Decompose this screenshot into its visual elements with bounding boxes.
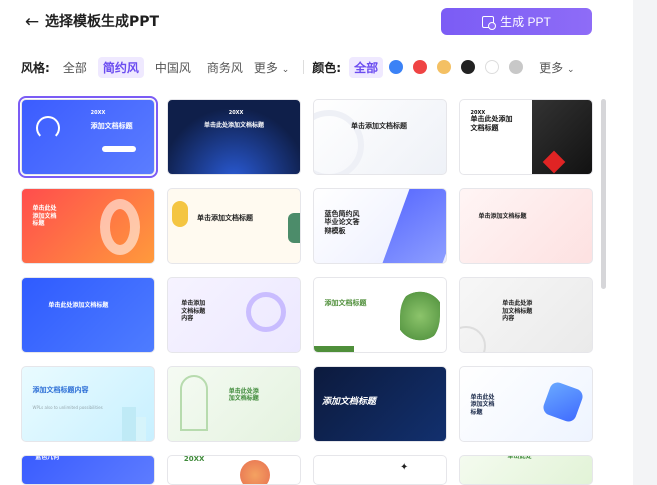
style-more-dropdown[interactable]: 更多 ⌄ xyxy=(254,59,289,76)
template-title: 单击添加文档标题内容 xyxy=(181,300,206,323)
template-title: 单击此处添加文档标题 xyxy=(470,114,513,132)
color-more-label: 更多 xyxy=(539,60,564,75)
style-chip-minimal[interactable]: 简约风 xyxy=(97,56,144,78)
style-filter-label: 风格: xyxy=(21,60,50,75)
style-more-label: 更多 xyxy=(253,60,278,75)
style-chip-business[interactable]: 商务风 xyxy=(202,57,248,78)
template-title: 单击此处添加文档标题 xyxy=(32,205,57,228)
template-title: 单击此处添加文档标题 xyxy=(228,387,259,403)
filter-bar: 风格: 全部 简约风 中国风 商务风 更多 ⌄ 颜色: 全部 更多 ⌄ xyxy=(21,56,584,78)
generate-ppt-button[interactable]: 生成 PPT xyxy=(441,8,592,35)
template-title: 单击此处添加文档标题 xyxy=(470,393,495,416)
side-panel-edge xyxy=(633,0,657,485)
template-title: 添加文档标题 xyxy=(321,396,376,407)
template-grid: 20XX 添加文档标题 20XX 单击此处添加文档标题 单击添加文档标题 20XX 单击此处… xyxy=(18,96,593,485)
template-title: 单击此处添加文档标题 xyxy=(203,122,264,130)
template-title: 添加文档标题内容 xyxy=(32,386,89,395)
template-card[interactable]: 单击此处添加文档标题 xyxy=(167,366,301,442)
color-filter-label: 颜色: xyxy=(312,60,342,75)
template-card[interactable]: 添加文档标题 xyxy=(313,277,447,353)
template-card[interactable]: 添加文档标题内容 WPLs also to unlimited possibili… xyxy=(21,366,155,442)
ppt-generate-icon xyxy=(482,15,497,30)
template-title: 添加文档标题 xyxy=(324,298,367,307)
template-title: 单击此处添加文档标题 xyxy=(48,301,109,309)
template-title: 蓝色简约风毕业论文答辩模板 xyxy=(324,209,360,236)
color-chip-all[interactable]: 全部 xyxy=(349,56,384,78)
template-card[interactable]: ✦ xyxy=(313,455,447,485)
color-swatch-grey[interactable] xyxy=(509,60,524,74)
grid-scrollbar[interactable] xyxy=(601,99,606,289)
template-card[interactable]: 单击此处添加文档标题 xyxy=(21,188,155,264)
template-card[interactable]: 单击添加文档标题内容 xyxy=(167,277,301,353)
generate-ppt-label: 生成 PPT xyxy=(500,15,551,29)
style-chip-chinese[interactable]: 中国风 xyxy=(150,57,196,78)
color-swatch-black[interactable] xyxy=(461,60,476,74)
template-picker-page: ← 选择模板生成PPT 生成 PPT 风格: 全部 简约风 中国风 商务风 更多… xyxy=(0,0,657,485)
color-swatch-yellow[interactable] xyxy=(437,60,452,74)
style-chip-all[interactable]: 全部 xyxy=(58,57,92,78)
template-title: 单击此处 xyxy=(507,455,532,461)
template-card[interactable]: 蓝色几何 xyxy=(21,455,155,485)
back-arrow-icon[interactable]: ← xyxy=(22,12,42,32)
template-card[interactable]: 单击添加文档标题 xyxy=(459,188,593,264)
chevron-down-icon: ⌄ xyxy=(281,64,290,75)
color-swatch-blue[interactable] xyxy=(389,60,404,74)
template-title: 单击添加文档标题 xyxy=(350,122,407,131)
template-card[interactable]: 20XX 单击此处添加文档标题 xyxy=(167,99,301,175)
color-swatch-red[interactable] xyxy=(413,60,428,74)
template-title: 单击添加文档标题 xyxy=(197,214,254,223)
filter-divider xyxy=(303,60,305,74)
template-title: 蓝色几何 xyxy=(35,455,60,461)
template-card[interactable]: 单击此处 xyxy=(459,455,593,485)
template-card[interactable]: 单击添加文档标题 xyxy=(167,188,301,264)
template-card[interactable]: 蓝色简约风毕业论文答辩模板 xyxy=(313,188,447,264)
template-card[interactable]: 单击此处添加文档标题 xyxy=(21,277,155,353)
chevron-down-icon: ⌄ xyxy=(566,64,575,75)
template-card[interactable]: 20XX 单击此处添加文档标题 xyxy=(459,99,593,175)
template-title: 20XX xyxy=(183,455,205,463)
template-title: 单击添加文档标题 xyxy=(478,212,527,220)
template-card[interactable]: 单击添加文档标题 xyxy=(313,99,447,175)
template-title: 单击此处添加文档标题内容 xyxy=(502,300,533,323)
template-card[interactable]: 单击此处添加文档标题 xyxy=(459,366,593,442)
page-title: 选择模板生成PPT xyxy=(45,14,160,30)
template-subtitle: WPLs also to unlimited possibilities xyxy=(32,405,103,411)
color-more-dropdown[interactable]: 更多 ⌄ xyxy=(539,59,574,76)
template-card[interactable]: 单击此处添加文档标题内容 xyxy=(459,277,593,353)
template-card[interactable]: 添加文档标题 xyxy=(313,366,447,442)
template-title: 添加文档标题 xyxy=(90,122,133,131)
color-swatch-white[interactable] xyxy=(485,60,500,74)
template-tag: 20XX xyxy=(228,110,244,117)
template-tag: 20XX xyxy=(90,110,106,117)
template-card[interactable]: 20XX xyxy=(167,455,301,485)
template-card[interactable]: 20XX 添加文档标题 xyxy=(18,96,158,178)
